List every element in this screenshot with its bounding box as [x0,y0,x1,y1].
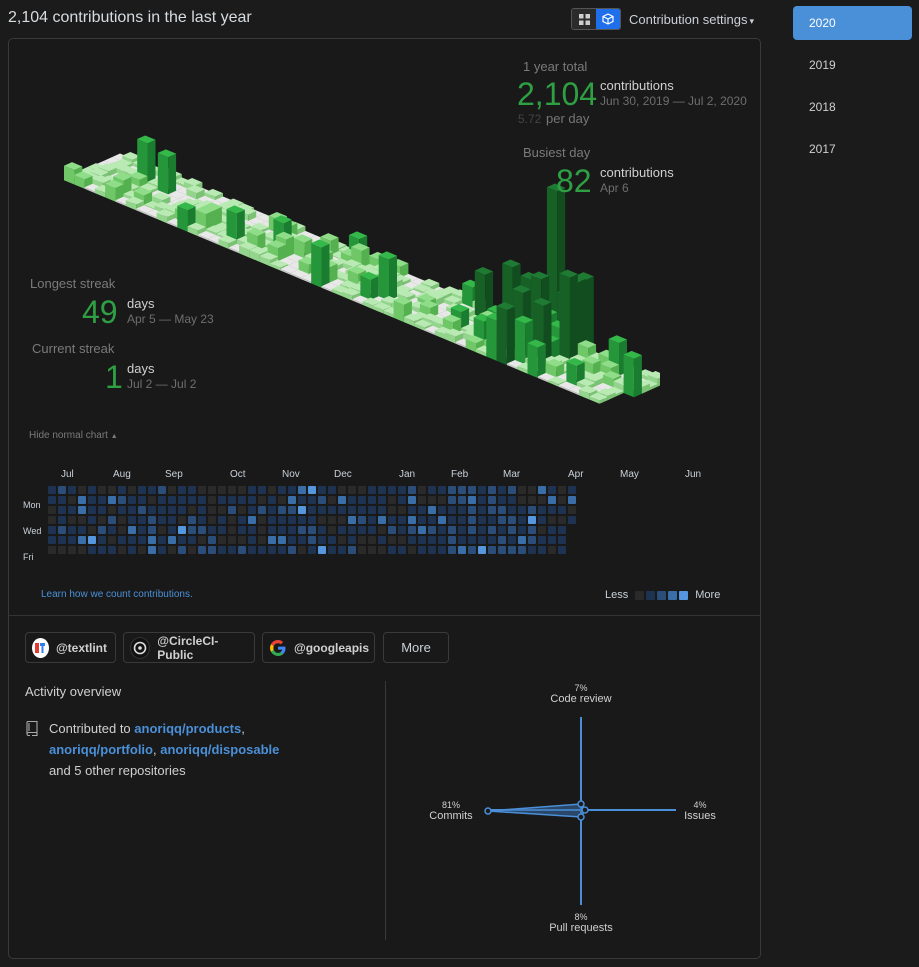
radar-pct: 7% [574,683,588,693]
radar-label: Code review [550,693,612,705]
radar-code-review: 7% Code review [531,683,631,705]
radar-label: Pull requests [549,922,613,934]
radar-pct: 81% [441,800,460,810]
radar-pct: 4% [693,800,707,810]
radar-label: Commits [429,810,473,822]
radar-pct: 8% [574,912,588,922]
radar-pull-requests: 8% Pull requests [521,912,641,934]
radar-issues: 4% Issues [660,800,740,822]
radar-label: Issues [684,810,716,822]
radar-commits: 81% Commits [411,800,491,822]
